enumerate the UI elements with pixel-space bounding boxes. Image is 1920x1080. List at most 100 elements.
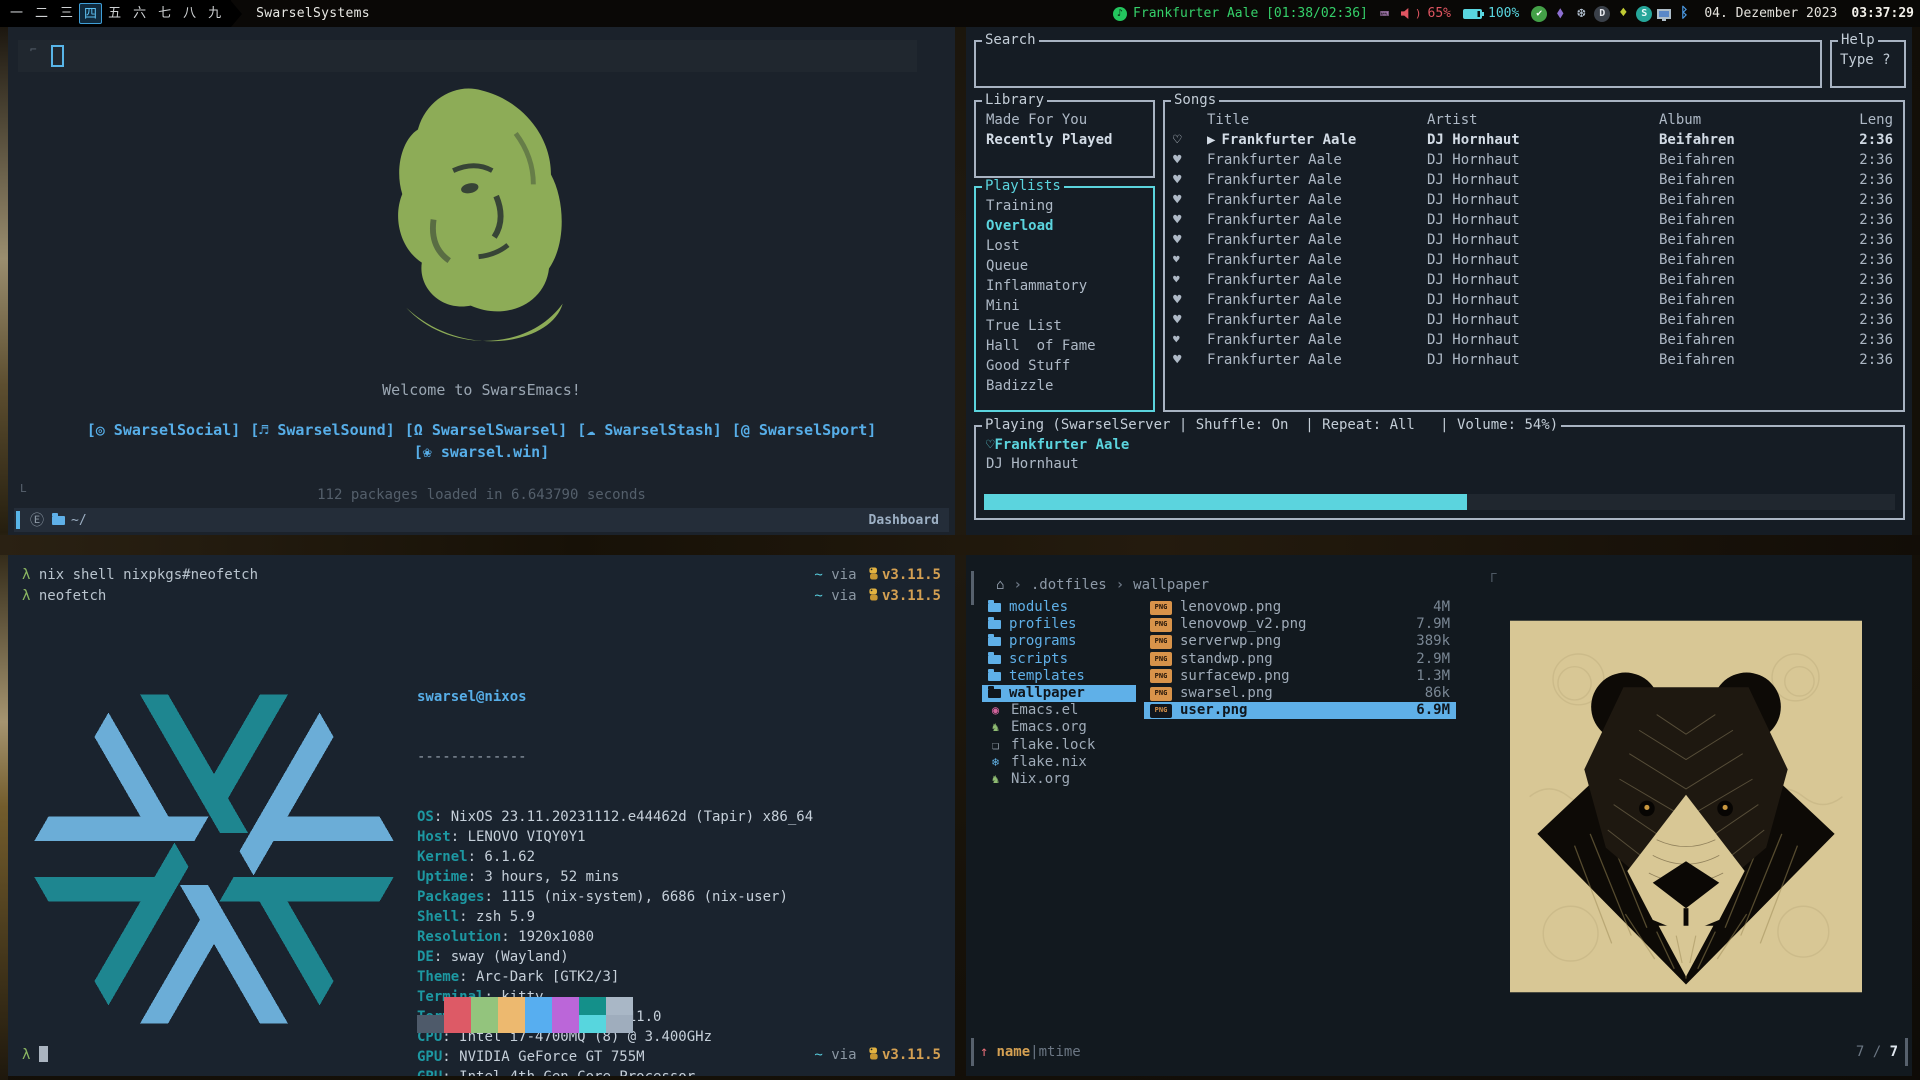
liked-heart-icon[interactable]: ♥ [1173, 190, 1207, 210]
song-row[interactable]: ♥Frankfurter AaleDJ HornhautBeifahren2:3… [1165, 230, 1903, 250]
liked-heart-icon[interactable]: ♥ [1173, 290, 1207, 310]
shield-icon[interactable]: ⬧ [1552, 6, 1568, 22]
search-box[interactable]: Search [974, 40, 1822, 88]
song-row[interactable]: ♥Frankfurter AaleDJ HornhautBeifahren2:3… [1165, 350, 1903, 370]
dashboard-link-2[interactable]: [♬ SwarselSound] [250, 421, 395, 439]
file-row-user.png[interactable]: PNGuser.png6.9M [1144, 702, 1456, 719]
song-row[interactable]: ♥Frankfurter AaleDJ HornhautBeifahren2:3… [1165, 270, 1903, 290]
workspace-7[interactable]: 七 [152, 3, 177, 24]
keyboard-icon[interactable]: ⌨ [1380, 5, 1389, 23]
battery-module[interactable]: 100% [1463, 6, 1519, 21]
workspace-2[interactable]: 二 [29, 3, 54, 24]
scrollbar[interactable] [1905, 1038, 1908, 1066]
display-icon[interactable] [1657, 9, 1671, 19]
org-icon: ♞ [988, 719, 1003, 736]
bird-icon[interactable]: ♦ [1615, 6, 1631, 22]
liked-heart-icon[interactable]: ♥ [1173, 150, 1207, 170]
song-row[interactable]: ♥Frankfurter AaleDJ HornhautBeifahren2:3… [1165, 250, 1903, 270]
playlist-item[interactable]: Lost [986, 236, 1153, 256]
playlist-item[interactable]: Inflammatory [986, 276, 1153, 296]
updates-check-icon[interactable]: ✔ [1531, 6, 1547, 22]
song-row[interactable]: ♥Frankfurter AaleDJ HornhautBeifahren2:3… [1165, 210, 1903, 230]
progress-fill [984, 494, 1467, 510]
song-row[interactable]: ♡▶Frankfurter AaleDJ HornhautBeifahren2:… [1165, 130, 1903, 150]
song-row[interactable]: ♥Frankfurter AaleDJ HornhautBeifahren2:3… [1165, 310, 1903, 330]
file-row-swarsel.png[interactable]: PNGswarsel.png86k [1144, 685, 1456, 702]
liked-heart-icon[interactable]: ♥ [1173, 310, 1207, 330]
home-icon[interactable]: ⌂ [996, 577, 1004, 593]
liked-heart-icon[interactable]: ♥ [1173, 330, 1207, 350]
dir-row-profiles[interactable]: profiles [982, 616, 1136, 633]
dir-row-Emacs.org[interactable]: ♞Emacs.org [982, 719, 1136, 736]
liked-heart-icon[interactable]: ♥ [1173, 270, 1207, 290]
workspace-3[interactable]: 三 [54, 3, 79, 24]
dir-row-flake.nix[interactable]: ❄flake.nix [982, 754, 1136, 771]
breadcrumb-dotfiles[interactable]: .dotfiles [1031, 577, 1107, 593]
file-row-lenovowp.png[interactable]: PNGlenovowp.png4M [1144, 599, 1456, 616]
library-item[interactable]: Made For You [986, 110, 1153, 130]
sort-direction-icon[interactable]: ↑ [980, 1044, 988, 1060]
file-row-lenovowp_v2.png[interactable]: PNGlenovowp_v2.png7.9M [1144, 616, 1456, 633]
liked-heart-icon[interactable]: ♥ [1173, 170, 1207, 190]
workspace-5[interactable]: 五 [102, 3, 127, 24]
dir-row-programs[interactable]: programs [982, 633, 1136, 650]
song-row[interactable]: ♥Frankfurter AaleDJ HornhautBeifahren2:3… [1165, 170, 1903, 190]
dir-row-Emacs.el[interactable]: ◉Emacs.el [982, 702, 1136, 719]
playlist-item[interactable]: Good Stuff [986, 356, 1153, 376]
playlist-item[interactable]: Training [986, 196, 1153, 216]
volume-module[interactable]: ) 65% [1401, 6, 1451, 21]
liked-heart-icon[interactable]: ♥ [1173, 350, 1207, 370]
playlist-item[interactable]: Hall of Fame [986, 336, 1153, 356]
dashboard-link-1[interactable]: [◎ SwarselSocial] [87, 421, 241, 439]
progress-track[interactable] [984, 494, 1895, 510]
emacs-header-line[interactable]: ⌐ [18, 40, 917, 72]
dashboard-link-5[interactable]: [@ SwarselSport] [732, 421, 877, 439]
scrollbar[interactable] [971, 1038, 974, 1066]
sort-alt-key[interactable]: |mtime [1030, 1044, 1081, 1060]
neofetch-value: : 1115 (nix-system), 6686 (nix-user) [484, 889, 787, 905]
song-row[interactable]: ♥Frankfurter AaleDJ HornhautBeifahren2:3… [1165, 150, 1903, 170]
scrollbar[interactable] [971, 571, 974, 605]
workspace-4[interactable]: 四 [79, 3, 102, 24]
workspace-8[interactable]: 八 [177, 3, 202, 24]
dashboard-link-3[interactable]: [Ω SwarselSwarsel] [405, 421, 568, 439]
song-row[interactable]: ♥Frankfurter AaleDJ HornhautBeifahren2:3… [1165, 290, 1903, 310]
dir-row-Nix.org[interactable]: ♞Nix.org [982, 771, 1136, 788]
playlist-item[interactable]: Badizzle [986, 376, 1153, 396]
snowflake-applet-icon[interactable]: ❆ [1573, 6, 1589, 22]
playlist-item[interactable]: Overload [986, 216, 1153, 236]
playlist-item[interactable]: Queue [986, 256, 1153, 276]
bluetooth-icon[interactable]: ᛒ [1676, 6, 1692, 22]
file-row-serverwp.png[interactable]: PNGserverwp.png389k [1144, 633, 1456, 650]
syncthing-icon[interactable]: S [1636, 6, 1652, 22]
terminal-prompt-line[interactable]: λ ~ via v3.11.5 [8, 1045, 955, 1066]
swarsel-win-link[interactable]: [❀ swarsel.win] [414, 443, 549, 461]
file-row-standwp.png[interactable]: PNGstandwp.png2.9M [1144, 651, 1456, 668]
liked-heart-icon[interactable]: ♥ [1173, 250, 1207, 270]
workspace-9[interactable]: 九 [202, 3, 227, 24]
liked-heart-icon[interactable]: ♥ [1173, 210, 1207, 230]
terminal-window[interactable]: λ nix shell nixpkgs#neofetch ~ via v3.11… [8, 555, 955, 1076]
dashboard-link-4[interactable]: [☁ SwarselStash] [577, 421, 722, 439]
workspace-6[interactable]: 六 [127, 3, 152, 24]
playlist-item[interactable]: Mini [986, 296, 1153, 316]
dir-row-flake.lock[interactable]: ❏flake.lock [982, 737, 1136, 754]
dir-row-wallpaper[interactable]: wallpaper [982, 685, 1136, 702]
playlist-item[interactable]: True List [986, 316, 1153, 336]
dir-row-modules[interactable]: modules [982, 599, 1136, 616]
workspace-1[interactable]: 一 [4, 3, 29, 24]
song-row[interactable]: ♥Frankfurter AaleDJ HornhautBeifahren2:3… [1165, 190, 1903, 210]
liked-heart-icon[interactable]: ♥ [1173, 230, 1207, 250]
now-playing-module[interactable]: ♪ Frankfurter Aale [01:38/02:36] [1113, 6, 1368, 21]
sort-key[interactable]: name [996, 1044, 1030, 1060]
song-row[interactable]: ♥Frankfurter AaleDJ HornhautBeifahren2:3… [1165, 330, 1903, 350]
palette-swatch [552, 1015, 579, 1033]
file-row-surfacewp.png[interactable]: PNGsurfacewp.png1.3M [1144, 668, 1456, 685]
dir-row-scripts[interactable]: scripts [982, 651, 1136, 668]
liked-heart-icon[interactable]: ♡ [1173, 130, 1207, 150]
discord-icon[interactable]: D [1594, 6, 1610, 22]
right-prompt: ~ via v3.11.5 [814, 1045, 941, 1066]
library-item[interactable]: Recently Played [986, 130, 1153, 150]
dir-row-templates[interactable]: templates [982, 668, 1136, 685]
breadcrumb-wallpaper[interactable]: wallpaper [1133, 577, 1209, 593]
